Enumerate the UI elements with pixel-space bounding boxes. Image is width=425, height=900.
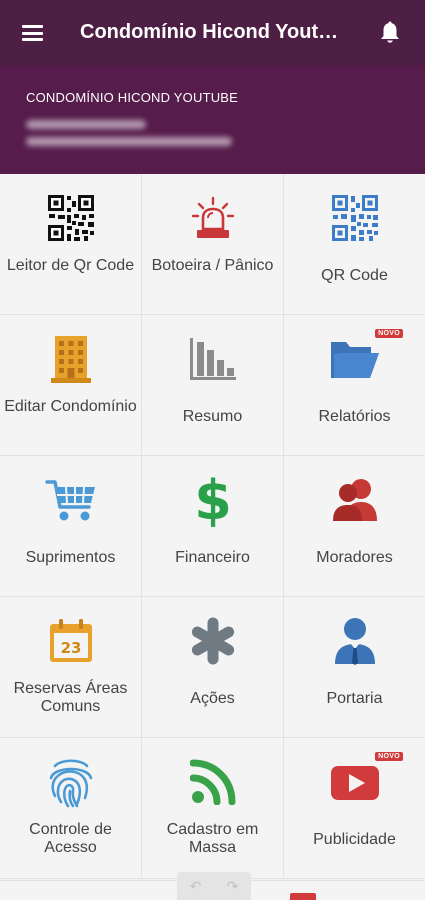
menu-item-suprimentos[interactable]: Suprimentos xyxy=(0,456,142,597)
shopping-cart-icon xyxy=(44,474,97,526)
menu-item-resumo[interactable]: Resumo xyxy=(142,315,284,456)
menu-item-controle-de-acesso[interactable]: Controle de Acesso xyxy=(0,738,142,879)
menu-item-cadastro-em-massa[interactable]: Cadastro em Massa xyxy=(142,738,284,879)
menu-item-reservas-areas-comuns[interactable]: 23 Reservas Áreas Comuns xyxy=(0,597,142,738)
menu-item-acoes[interactable]: Ações xyxy=(142,597,284,738)
asterisk-icon xyxy=(187,615,239,667)
app-bar: Condomínio Hicond Youtube xyxy=(0,0,425,66)
menu-item-editar-condominio[interactable]: Editar Condomínio xyxy=(0,315,142,456)
rss-feed-icon xyxy=(187,756,239,808)
blurred-user-email xyxy=(26,137,232,146)
menu-item-label: Ações xyxy=(190,690,235,707)
qr-code-black-icon xyxy=(45,192,97,244)
page-title: Condomínio Hicond Youtube xyxy=(80,21,342,43)
siren-alarm-icon xyxy=(187,192,239,244)
menu-item-label: Publicidade xyxy=(313,831,396,848)
floating-nav-pill[interactable]: ↶ ↷ xyxy=(177,872,251,900)
menu-item-label: Portaria xyxy=(326,690,383,707)
menu-item-label: Moradores xyxy=(316,549,393,566)
drawer-header: CONDOMÍNIO HICOND YOUTUBE xyxy=(0,66,425,174)
menu-item-relatorios[interactable]: NOVO Relatórios xyxy=(284,315,425,456)
menu-item-label: Financeiro xyxy=(175,549,250,566)
menu-item-botoeira-panico[interactable]: Botoeira / Pânico xyxy=(142,174,284,315)
menu-item-label: QR Code xyxy=(321,267,388,284)
menu-item-moradores[interactable]: Moradores xyxy=(284,456,425,597)
blurred-user-name xyxy=(26,120,146,129)
menu-item-portaria[interactable]: Portaria xyxy=(284,597,425,738)
hamburger-menu-icon[interactable] xyxy=(0,0,64,66)
menu-item-financeiro[interactable]: $ Financeiro xyxy=(142,456,284,597)
svg-text:$: $ xyxy=(194,473,232,527)
menu-item-label: Controle de Acesso xyxy=(29,821,112,856)
menu-grid: Leitor de Qr Code Botoeira / Pânico QR C… xyxy=(0,174,425,879)
menu-item-label: Relatórios xyxy=(318,408,391,425)
building-icon xyxy=(45,333,97,385)
menu-item-label: Resumo xyxy=(182,408,243,425)
calendar-day: 23 xyxy=(60,639,81,657)
undo-icon[interactable]: ↶ xyxy=(190,878,202,895)
menu-item-label: Cadastro em Massa xyxy=(166,821,259,856)
video-play-icon xyxy=(329,756,381,808)
calendar-icon: 23 xyxy=(45,615,97,667)
menu-item-publicidade[interactable]: NOVO Publicidade xyxy=(284,738,425,879)
menu-item-label: Editar Condomínio xyxy=(4,398,137,415)
redo-icon[interactable]: ↷ xyxy=(227,878,239,895)
residents-icon xyxy=(329,474,381,526)
qr-code-blue-icon xyxy=(329,192,381,244)
folder-open-icon xyxy=(329,333,381,385)
menu-item-leitor-qr-code[interactable]: Leitor de Qr Code xyxy=(0,174,142,315)
dollar-sign-icon: $ xyxy=(187,473,239,527)
bell-icon[interactable] xyxy=(375,18,405,48)
menu-item-label: Botoeira / Pânico xyxy=(151,257,274,274)
bar-chart-icon xyxy=(187,333,239,385)
doorman-icon xyxy=(329,615,381,667)
fingerprint-icon xyxy=(45,756,97,808)
condominium-name: CONDOMÍNIO HICOND YOUTUBE xyxy=(26,90,239,105)
menu-item-label: Suprimentos xyxy=(25,549,116,566)
new-badge-partial xyxy=(290,893,316,900)
menu-item-label: Leitor de Qr Code xyxy=(6,257,135,274)
menu-item-qr-code[interactable]: QR Code xyxy=(284,174,425,315)
menu-item-label: Reservas Áreas Comuns xyxy=(13,680,128,715)
